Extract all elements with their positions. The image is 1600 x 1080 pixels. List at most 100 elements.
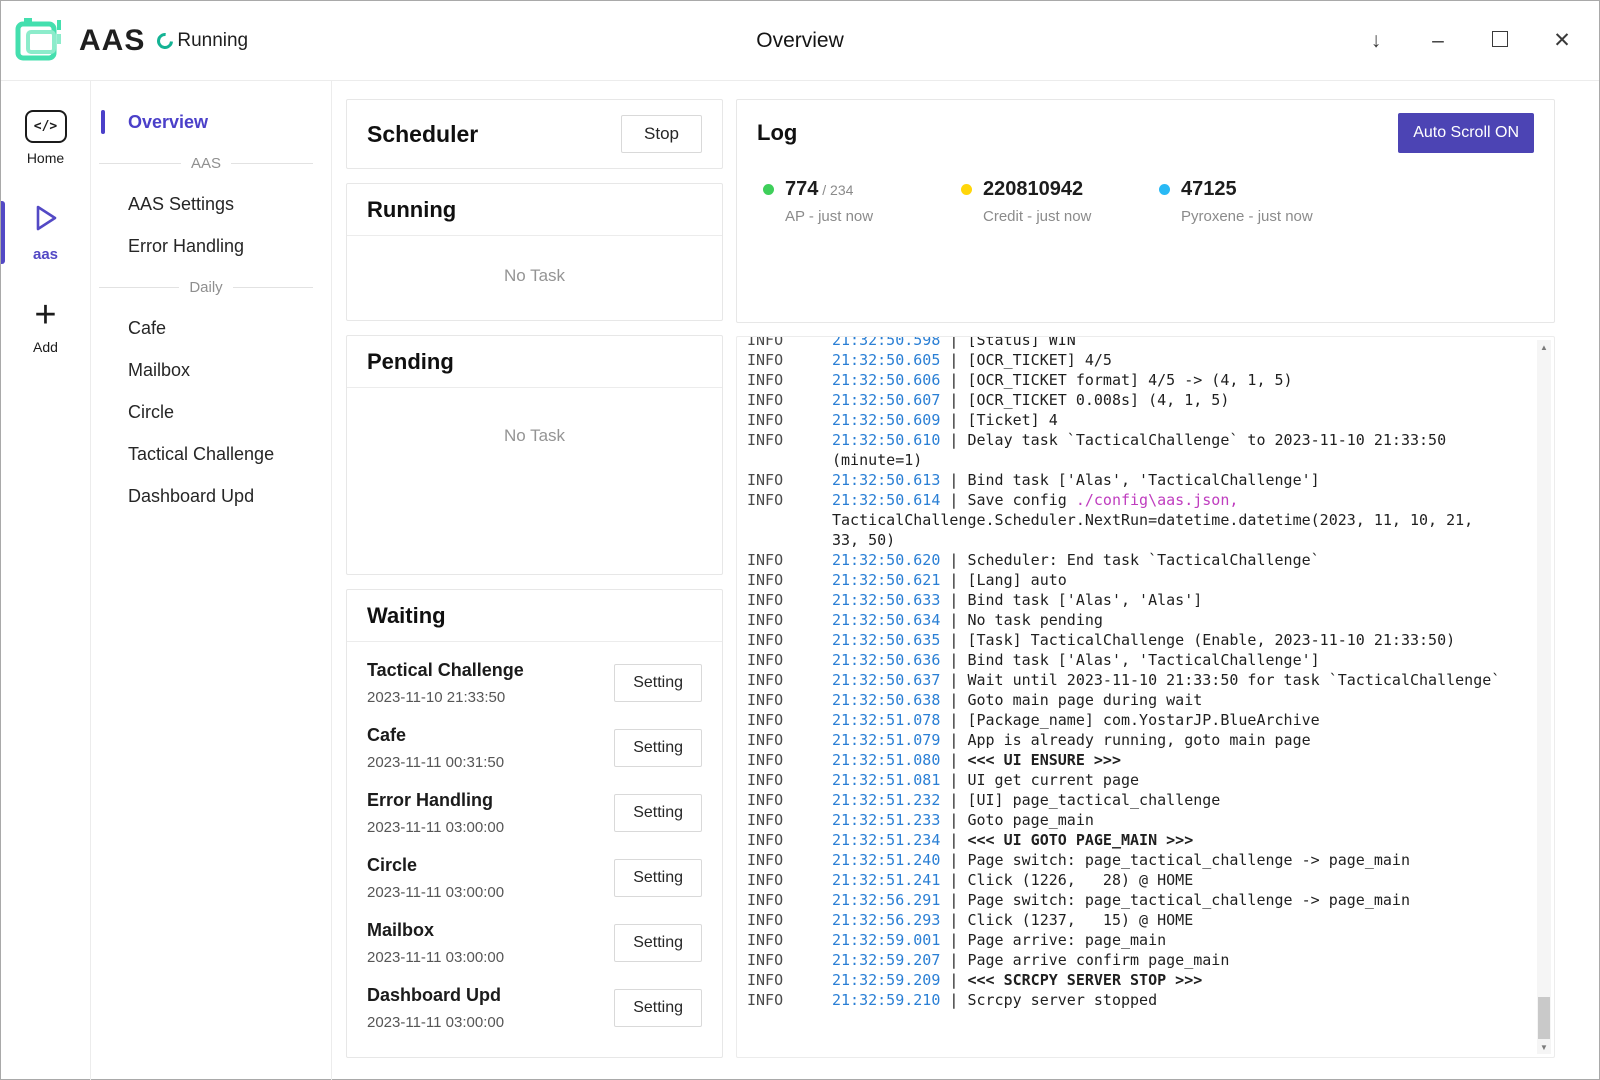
log-message-part: No task pending	[967, 611, 1102, 629]
stat-caption: Credit - just now	[983, 208, 1091, 225]
task-info: Mailbox2023-11-11 03:00:00	[367, 920, 504, 966]
task-next-run: 2023-11-11 03:00:00	[367, 819, 504, 836]
sidebar-item-mailbox[interactable]: Mailbox	[91, 349, 331, 391]
log-timestamp: 21:32:59.001	[832, 931, 940, 949]
log-line: INFO21:32:50.637 | Wait until 2023-11-10…	[747, 670, 1520, 690]
log-timestamp: 21:32:56.293	[832, 911, 940, 929]
task-setting-button[interactable]: Setting	[614, 664, 702, 702]
log-timestamp: 21:32:51.080	[832, 751, 940, 769]
stat-value: 47125	[1181, 178, 1313, 201]
log-line: INFO21:32:50.634 | No task pending	[747, 610, 1520, 630]
sidebar-item-cafe[interactable]: Cafe	[91, 307, 331, 349]
scheduler-column: Scheduler Stop Running No Task Pending N…	[346, 99, 723, 1058]
sidebar-item-overview[interactable]: Overview	[91, 101, 331, 143]
rail-item-add[interactable]: + Add	[1, 292, 90, 362]
titlebar: AAS Running Overview ↓ – ✕	[1, 1, 1599, 81]
log-message-part: Goto main page during wait	[967, 691, 1202, 709]
log-timestamp: 21:32:59.210	[832, 991, 940, 1009]
rail-item-aas[interactable]: aas	[1, 195, 90, 270]
log-message: 21:32:50.613 | Bind task ['Alas', 'Tacti…	[832, 470, 1508, 490]
log-message-part: <<< UI ENSURE >>>	[967, 751, 1121, 769]
log-line: INFO21:32:51.234 | <<< UI GOTO PAGE_MAIN…	[747, 830, 1520, 850]
log-message-part: Click (1226, 28) @ HOME	[967, 871, 1193, 889]
log-message-part: [UI] page_tactical_challenge	[967, 791, 1220, 809]
log-level: INFO	[747, 390, 832, 410]
log-line: INFO21:32:50.621 | [Lang] auto	[747, 570, 1520, 590]
task-setting-button[interactable]: Setting	[614, 989, 702, 1027]
task-name: Cafe	[367, 725, 504, 746]
scheduler-stop-button[interactable]: Stop	[621, 115, 702, 153]
divider-line	[231, 163, 313, 164]
log-line: INFO21:32:50.610 | Delay task `TacticalC…	[747, 430, 1520, 470]
log-level: INFO	[747, 730, 832, 750]
log-message: 21:32:50.614 | Save config ./config\aas.…	[832, 490, 1508, 550]
log-level: INFO	[747, 670, 832, 690]
log-timestamp: 21:32:50.638	[832, 691, 940, 709]
log-message: 21:32:50.635 | [Task] TacticalChallenge …	[832, 630, 1508, 650]
log-message-part: Bind task ['Alas', 'TacticalChallenge']	[967, 471, 1319, 489]
waiting-task-row: Dashboard Upd2023-11-11 03:00:00Setting	[367, 975, 702, 1040]
log-message: 21:32:50.636 | Bind task ['Alas', 'Tacti…	[832, 650, 1508, 670]
log-message: 21:32:50.606 | [OCR_TICKET format] 4/5 -…	[832, 370, 1508, 390]
task-next-run: 2023-11-10 21:33:50	[367, 689, 524, 706]
log-line: INFO21:32:59.210 | Scrcpy server stopped	[747, 990, 1520, 1010]
task-info: Error Handling2023-11-11 03:00:00	[367, 790, 504, 836]
log-level: INFO	[747, 550, 832, 570]
scroll-up-arrow-icon[interactable]: ▲	[1537, 340, 1551, 354]
stat-body: 774 / 234AP - just now	[785, 178, 873, 225]
task-setting-button[interactable]: Setting	[614, 859, 702, 897]
stat-body: 47125Pyroxene - just now	[1181, 178, 1313, 225]
divider-line	[233, 287, 313, 288]
log-message: 21:32:51.240 | Page switch: page_tactica…	[832, 850, 1508, 870]
task-next-run: 2023-11-11 03:00:00	[367, 884, 504, 901]
log-stat: 47125Pyroxene - just now	[1159, 178, 1357, 225]
log-message-part: [Status] WIN	[967, 336, 1075, 349]
maximize-icon[interactable]	[1487, 30, 1513, 51]
log-line: INFO21:32:59.001 | Page arrive: page_mai…	[747, 930, 1520, 950]
rail-aas-label: aas	[33, 246, 58, 263]
sidebar-item-circle[interactable]: Circle	[91, 391, 331, 433]
log-message-part: [Ticket] 4	[967, 411, 1057, 429]
auto-scroll-button[interactable]: Auto Scroll ON	[1398, 113, 1534, 153]
task-setting-button[interactable]: Setting	[614, 924, 702, 962]
log-timestamp: 21:32:50.633	[832, 591, 940, 609]
sidebar-item-aas-settings[interactable]: AAS Settings	[91, 183, 331, 225]
stat-suffix: / 234	[818, 182, 853, 198]
waiting-task-row: Error Handling2023-11-11 03:00:00 Setting	[367, 780, 702, 845]
log-level: INFO	[747, 910, 832, 930]
sidebar-item-error-handling[interactable]: Error Handling	[91, 225, 331, 267]
log-level: INFO	[747, 770, 832, 790]
log-message-part: <<< UI GOTO PAGE_MAIN >>>	[967, 831, 1193, 849]
close-icon[interactable]: ✕	[1549, 30, 1575, 51]
update-icon[interactable]: ↓	[1363, 30, 1389, 51]
task-setting-button[interactable]: Setting	[614, 729, 702, 767]
log-timestamp: 21:32:50.607	[832, 391, 940, 409]
scroll-down-arrow-icon[interactable]: ▼	[1537, 1040, 1551, 1054]
log-view[interactable]: INFO21:32:50.598 | [Status] WININFO21:32…	[736, 336, 1555, 1058]
log-level: INFO	[747, 470, 832, 490]
sidebar-item-tactical-challenge[interactable]: Tactical Challenge	[91, 433, 331, 475]
task-name: Tactical Challenge	[367, 660, 524, 681]
play-icon	[32, 202, 60, 239]
log-timestamp: 21:32:56.291	[832, 891, 940, 909]
running-empty-text: No Task	[347, 236, 722, 286]
log-timestamp: 21:32:50.621	[832, 571, 940, 589]
minimize-icon[interactable]: –	[1425, 30, 1451, 51]
scrollbar-thumb[interactable]	[1538, 997, 1550, 1039]
log-message-part: [Task] TacticalChallenge (Enable, 2023-1…	[967, 631, 1455, 649]
log-message-part: [Package_name] com.YostarJP.BlueArchive	[967, 711, 1319, 729]
waiting-task-row: Circle2023-11-11 03:00:00Setting	[367, 845, 702, 910]
log-line: INFO21:32:50.638 | Goto main page during…	[747, 690, 1520, 710]
log-line: INFO21:32:50.598 | [Status] WIN	[747, 336, 1520, 350]
log-level: INFO	[747, 410, 832, 430]
log-message-part: UI get current page	[967, 771, 1139, 789]
log-scrollbar[interactable]: ▲ ▼	[1537, 340, 1551, 1054]
sidebar-item-dashboard-upd[interactable]: Dashboard Upd	[91, 475, 331, 517]
app-body: </> Home aas + Add OverviewAASAAS Settin…	[1, 81, 1599, 1080]
waiting-task-list: Tactical Challenge 2023-11-10 21:33:50 Set…	[347, 642, 722, 1048]
task-setting-button[interactable]: Setting	[614, 794, 702, 832]
log-level: INFO	[747, 650, 832, 670]
rail-item-home[interactable]: </> Home	[1, 103, 90, 173]
log-message: 21:32:56.291 | Page switch: page_tactica…	[832, 890, 1508, 910]
log-message-part: Scrcpy server stopped	[967, 991, 1157, 1009]
